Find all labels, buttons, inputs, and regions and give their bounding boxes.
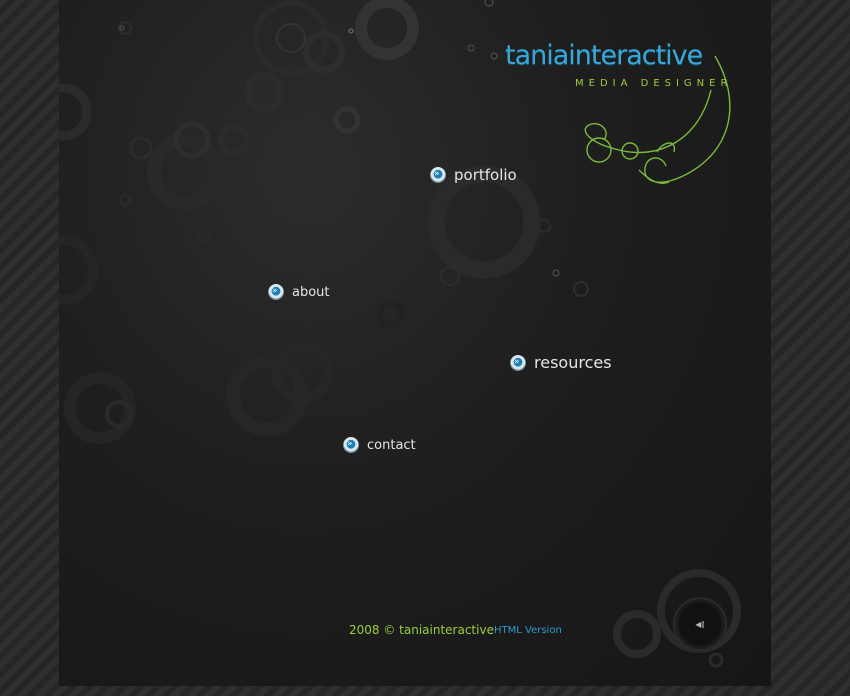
brand-logo-text: taniainteractive: [505, 40, 703, 71]
arrow-bullet-icon: [343, 437, 359, 453]
nav-portfolio-label: portfolio: [454, 166, 517, 184]
nav-portfolio-link[interactable]: portfolio: [430, 166, 517, 184]
nav-about-link[interactable]: about: [268, 284, 330, 300]
nav-contact-label: contact: [367, 437, 416, 453]
sound-toggle-button[interactable]: ◂ı: [673, 597, 727, 651]
html-version-link[interactable]: HTML Version: [494, 625, 562, 636]
nav-contact-link[interactable]: contact: [343, 437, 416, 453]
nav-resources-label: resources: [534, 353, 612, 372]
nav-about-label: about: [292, 284, 330, 300]
arrow-bullet-icon: [510, 354, 526, 371]
decorative-circles: [59, 0, 741, 668]
arrow-bullet-icon: [430, 167, 446, 183]
nav-resources-link[interactable]: resources: [510, 353, 612, 372]
speaker-icon: ◂ı: [695, 617, 705, 631]
footer-copyright: 2008 © taniainteractive: [349, 623, 494, 637]
brand-tagline: MEDIA DESIGNER: [575, 78, 733, 89]
flash-stage: taniainteractive MEDIA DESIGNER portfoli…: [59, 0, 771, 686]
arrow-bullet-icon: [268, 284, 284, 300]
